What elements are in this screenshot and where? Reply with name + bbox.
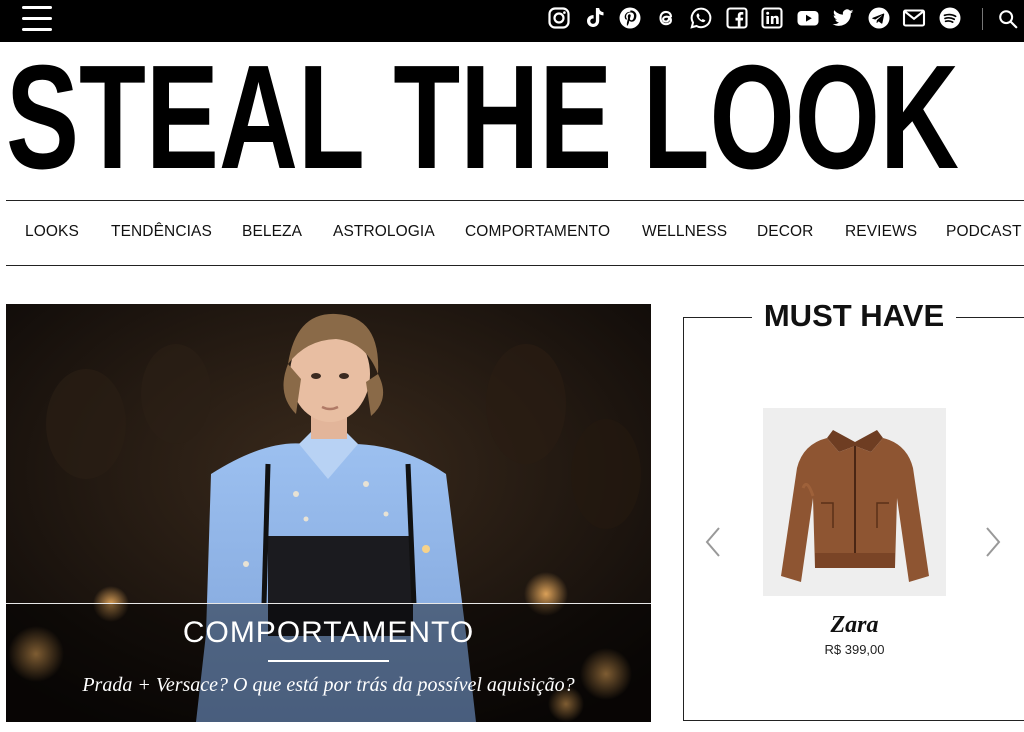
chevron-right-icon[interactable]	[982, 525, 1004, 559]
tiktok-icon[interactable]	[582, 5, 608, 31]
site-logo[interactable]: STEAL THE LOOK	[6, 52, 966, 182]
must-have-title: MUST HAVE	[763, 298, 945, 333]
product-price: R$ 399,00	[824, 642, 885, 657]
hero-article[interactable]: COMPORTAMENTO Prada + Versace? O que est…	[6, 304, 651, 722]
hero-category[interactable]: COMPORTAMENTO	[6, 616, 651, 650]
linkedin-icon[interactable]	[759, 5, 785, 31]
nav-item-tendencias[interactable]: TENDÊNCIAS	[111, 223, 212, 241]
instagram-icon[interactable]	[546, 5, 572, 31]
nav-item-comportamento[interactable]: COMPORTAMENTO	[465, 223, 610, 241]
site-logo-text: STEAL THE LOOK	[6, 52, 959, 182]
menu-icon[interactable]	[22, 6, 52, 32]
twitter-icon[interactable]	[830, 5, 856, 31]
top-bar	[0, 0, 1024, 42]
product-image[interactable]	[763, 408, 946, 596]
nav-item-beleza[interactable]: BELEZA	[242, 223, 302, 241]
nav-item-decor[interactable]: DECOR	[757, 223, 813, 241]
telegram-icon[interactable]	[866, 5, 892, 31]
main-nav: LOOKS TENDÊNCIAS BELEZA ASTROLOGIA COMPO…	[6, 201, 1024, 265]
search-icon[interactable]	[995, 6, 1021, 32]
facebook-icon[interactable]	[724, 5, 750, 31]
hero-title[interactable]: Prada + Versace? O que está por trás da …	[6, 674, 651, 697]
nav-item-astrologia[interactable]: ASTROLOGIA	[333, 223, 435, 241]
spotify-icon[interactable]	[937, 5, 963, 31]
email-icon[interactable]	[901, 5, 927, 31]
nav-item-reviews[interactable]: REVIEWS	[845, 223, 917, 241]
nav-item-podcast[interactable]: PODCAST	[946, 223, 1022, 241]
product-brand[interactable]: Zara	[763, 612, 946, 639]
chevron-left-icon[interactable]	[702, 525, 724, 559]
threads-icon[interactable]	[653, 5, 679, 31]
pinterest-icon[interactable]	[617, 5, 643, 31]
nav-bottom-rule	[6, 265, 1024, 266]
topbar-divider	[982, 8, 983, 30]
whatsapp-icon[interactable]	[688, 5, 714, 31]
youtube-icon[interactable]	[795, 5, 821, 31]
hero-category-rule	[268, 660, 389, 662]
nav-item-looks[interactable]: LOOKS	[25, 223, 79, 241]
nav-item-wellness[interactable]: WELLNESS	[642, 223, 727, 241]
leather-jacket-image	[763, 408, 946, 596]
social-links	[546, 5, 972, 31]
